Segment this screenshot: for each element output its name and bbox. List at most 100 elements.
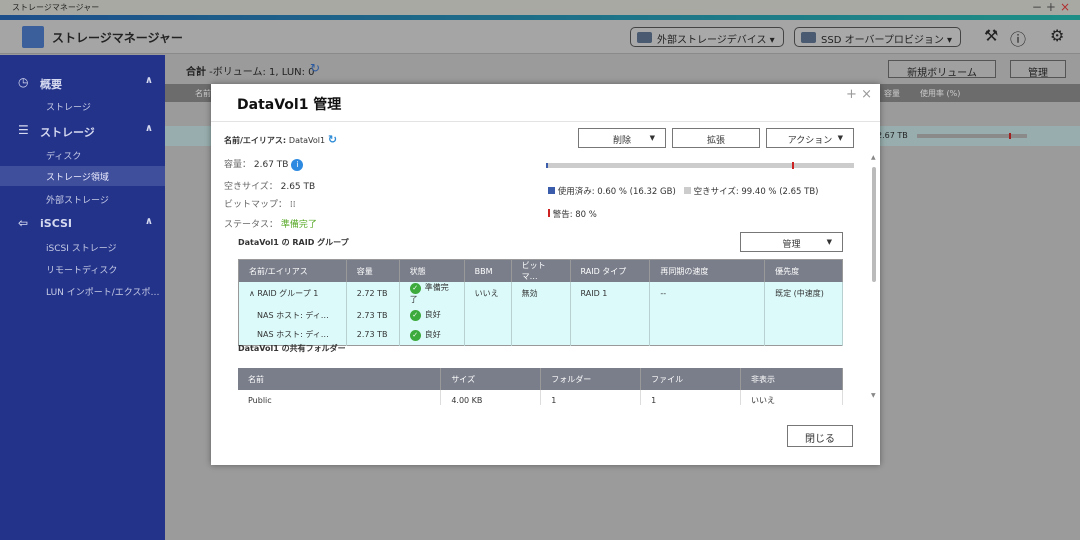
cell-text: ∧ RAID グループ 1 xyxy=(249,289,319,298)
cell-text: 良好 xyxy=(424,310,441,319)
help-icon[interactable]: ⓘ xyxy=(1010,26,1026,50)
name-value: DataVol1 xyxy=(288,136,326,145)
expand-button[interactable]: 拡張 xyxy=(672,128,760,148)
summary-title: 合計 xyxy=(186,67,206,78)
usage-legend: 使用済み: 0.60 % (16.32 GB) 空きサイズ: 99.40 % (… xyxy=(548,185,819,197)
raid-manage-button[interactable]: 管理 ▼ xyxy=(740,232,843,252)
column-header[interactable]: 非表示 xyxy=(740,368,843,390)
expand-icon[interactable]: + xyxy=(846,87,857,102)
refresh-icon[interactable]: ↻ xyxy=(310,61,320,75)
sidebar-item[interactable]: iSCSI ストレージ xyxy=(0,237,165,257)
summary-counts: -ボリューム: 1, LUN: 0 xyxy=(206,67,315,78)
warning-marker xyxy=(792,162,795,169)
maximize-button[interactable]: + xyxy=(1046,0,1060,14)
refresh-icon[interactable]: ↻ xyxy=(328,133,337,146)
table-cell xyxy=(570,325,651,345)
sidebar-item-label: ストレージ xyxy=(40,126,95,139)
name-label: 名前/エイリアス: xyxy=(224,136,287,145)
column-header[interactable]: ファイル xyxy=(640,368,742,390)
database-icon: ☰ xyxy=(18,123,29,137)
dialog-controls[interactable]: + × xyxy=(846,87,872,102)
status-label: ステータス： xyxy=(224,220,279,230)
search-settings-icon[interactable]: ⚒ xyxy=(984,26,998,45)
sidebar-item[interactable]: 外部ストレージ xyxy=(0,189,165,209)
new-volume-button[interactable]: 新規ボリューム xyxy=(888,60,996,79)
sidebar-item-label: LUN インポート/エクスポ… xyxy=(46,288,160,298)
ssd-icon xyxy=(801,32,816,43)
chevron-up-icon[interactable]: ∧ xyxy=(145,123,153,134)
minimize-button[interactable]: − xyxy=(1032,0,1046,14)
usage-fill xyxy=(546,163,548,168)
warning-marker xyxy=(1009,133,1011,139)
cell-text: RAID 1 xyxy=(580,289,608,298)
table-cell xyxy=(511,305,571,325)
cell-text: 2.73 TB xyxy=(356,310,388,320)
name-field: 名前/エイリアス: DataVol1 ↻ xyxy=(224,133,337,146)
sidebar-item[interactable]: ☰ ストレージ ∧ xyxy=(0,120,165,140)
sidebar-item[interactable]: ストレージ領域 xyxy=(0,166,165,186)
shared-folder-table-clip: 名前 サイズ フォルダー ファイル 非表示 Public 4.00 KB 1 1 いいえ xyxy=(238,368,843,405)
sidebar-item[interactable]: ⇦ iSCSI ∧ xyxy=(0,213,165,233)
bitmap-field: ビットマップ： ⁞⁞ xyxy=(224,197,296,210)
scroll-up-icon[interactable]: ▲ xyxy=(871,154,876,161)
manage-button[interactable]: 管理 xyxy=(1010,60,1066,79)
raid-section-title: DataVol1 の RAID グループ xyxy=(238,238,349,247)
sidebar-item-label: ストレージ xyxy=(46,103,91,113)
cell-text: 良好 xyxy=(424,329,441,339)
column-header[interactable]: 容量 xyxy=(346,259,400,282)
column-header[interactable]: 名前 xyxy=(238,368,442,390)
column-header[interactable]: 優先度 xyxy=(764,259,843,282)
window-title: ストレージマネージャー xyxy=(0,0,1080,15)
close-icon[interactable]: × xyxy=(861,87,872,102)
column-header[interactable]: サイズ xyxy=(440,368,542,390)
ssd-overprovision-button[interactable]: SSD オーバープロビジョン ▾ xyxy=(794,27,962,47)
table-row[interactable]: Public 4.00 KB 1 1 いいえ xyxy=(238,390,843,405)
sidebar-item[interactable]: ◷ 概要 ∧ xyxy=(0,72,165,92)
column-header[interactable]: 状態 xyxy=(399,259,465,282)
window-controls[interactable]: −+× xyxy=(1032,0,1074,14)
table-row[interactable]: NAS ホスト: ディ… 2.73 TB ✓ 良好 xyxy=(238,305,843,325)
column-header[interactable]: フォルダー xyxy=(540,368,642,390)
scrollbar[interactable]: ▲ ▼ xyxy=(871,154,877,404)
table-row[interactable]: ∧ RAID グループ 1 2.72 TB ✓ 準備完了 いいえ 無効 RAID 1 -- 既定… xyxy=(238,282,843,305)
column-header[interactable]: ビットマ… xyxy=(511,259,571,282)
gear-icon[interactable]: ⚙ xyxy=(1050,26,1064,45)
column-header[interactable]: RAID タイプ xyxy=(570,259,651,282)
sidebar-item[interactable]: リモートディスク xyxy=(0,259,165,279)
table-cell: 既定 (中速度) xyxy=(764,282,843,305)
sidebar-item[interactable]: LUN インポート/エクスポ… xyxy=(0,281,165,301)
table-cell: ✓ 良好 xyxy=(399,325,465,345)
info-icon[interactable]: i xyxy=(291,159,304,171)
close-window-button[interactable]: × xyxy=(1060,0,1074,14)
summary: 合計 -ボリューム: 1, LUN: 0 xyxy=(186,63,315,78)
table-cell xyxy=(649,305,766,325)
action-label: アクション xyxy=(787,136,833,146)
sidebar-item-label: 概要 xyxy=(40,78,62,91)
column-header[interactable]: 再同期の速度 xyxy=(649,259,766,282)
sidebar-item[interactable]: ストレージ xyxy=(0,96,165,116)
chevron-up-icon[interactable]: ∧ xyxy=(145,216,153,227)
chevron-up-icon[interactable]: ∧ xyxy=(145,75,153,86)
cell-text: 4.00 KB xyxy=(451,395,483,405)
table-cell: NAS ホスト: ディ… xyxy=(238,305,347,325)
delete-button[interactable]: 削除 ▼ xyxy=(578,128,666,148)
storage-manager-logo-icon xyxy=(22,26,44,48)
scrollbar-thumb[interactable] xyxy=(872,167,876,282)
table-row[interactable]: NAS ホスト: ディ… 2.73 TB ✓ 良好 xyxy=(238,325,843,345)
column-header[interactable]: BBM xyxy=(464,259,512,282)
close-button[interactable]: 閉じる xyxy=(787,425,853,447)
check-circle-icon: ✓ xyxy=(409,329,421,341)
cell-text: NAS ホスト: ディ… xyxy=(257,310,329,320)
col-usage: 使用率 (%) xyxy=(920,89,961,98)
scroll-down-icon[interactable]: ▼ xyxy=(871,392,876,399)
external-storage-button[interactable]: 外部ストレージデバイス ▾ xyxy=(630,27,784,47)
table-cell: ∧ RAID グループ 1 xyxy=(238,282,347,305)
table-cell: いいえ xyxy=(740,390,843,405)
external-storage-label: 外部ストレージデバイス ▾ xyxy=(657,35,775,46)
column-header[interactable]: 名前/エイリアス xyxy=(238,259,347,282)
action-button[interactable]: アクション ▼ xyxy=(766,128,854,148)
table-cell xyxy=(764,325,843,345)
sidebar-item[interactable]: ディスク xyxy=(0,145,165,165)
delete-label: 削除 xyxy=(612,136,631,146)
check-circle-icon: ✓ xyxy=(409,310,421,321)
